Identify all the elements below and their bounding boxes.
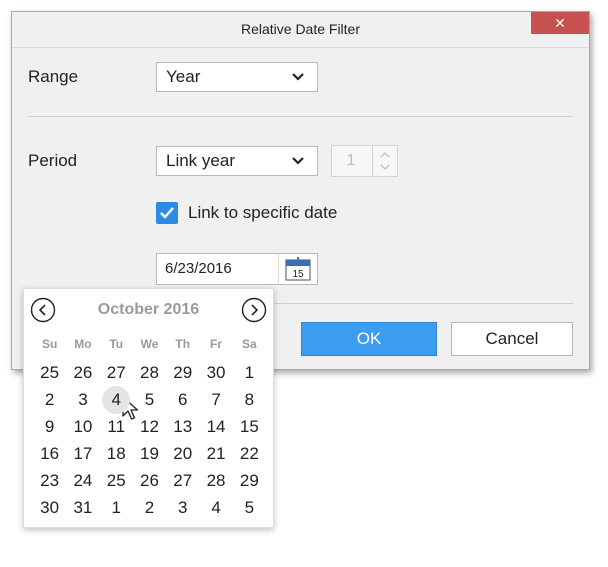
calendar-day[interactable]: 13: [166, 413, 199, 440]
chevron-down-icon: [292, 157, 304, 165]
stepper-arrows: [372, 146, 397, 176]
period-label: Period: [28, 151, 78, 170]
calendar-day[interactable]: 30: [199, 359, 232, 386]
date-value: 6/23/2016: [165, 260, 232, 277]
calendar-day[interactable]: 29: [233, 467, 266, 494]
calendar-day[interactable]: 4: [199, 494, 232, 521]
period-value: Link year: [166, 151, 235, 170]
weekday-label: Sa: [241, 337, 257, 351]
calendar-day[interactable]: 5: [233, 494, 266, 521]
calendar-day[interactable]: 25: [33, 359, 66, 386]
calendar-day[interactable]: 7: [199, 386, 232, 413]
checkmark-icon: [160, 207, 174, 219]
date-picker-popup: October 2016 Su Mo Tu We Th Fr Sa 25 26 …: [23, 288, 274, 528]
calendar-day[interactable]: 2: [133, 494, 166, 521]
calendar-week: 2 3 4 5 6 7 8: [33, 385, 266, 414]
calendar-day[interactable]: 22: [233, 440, 266, 467]
calendar-day[interactable]: 26: [133, 467, 166, 494]
calendar-day[interactable]: 3: [66, 386, 99, 413]
calendar-day[interactable]: 26: [66, 359, 99, 386]
weekday-label: Fr: [210, 337, 223, 351]
calendar-day[interactable]: 3: [166, 494, 199, 521]
weekday-label: We: [140, 337, 159, 351]
calendar-week: 30 31 1 2 3 4 5: [33, 494, 266, 521]
title-bar: Relative Date Filter ✕: [12, 12, 589, 48]
period-count-stepper[interactable]: 1: [331, 145, 398, 177]
calendar-header: October 2016: [24, 293, 273, 327]
link-specific-date-checkbox[interactable]: [156, 202, 178, 224]
calendar-day[interactable]: 19: [133, 440, 166, 467]
footer-divider: [274, 303, 573, 304]
date-field[interactable]: 6/23/2016 15: [156, 253, 318, 285]
calendar-week: 23 24 25 26 27 28 29: [33, 467, 266, 494]
calendar-day[interactable]: 25: [100, 467, 133, 494]
calendar-day[interactable]: 23: [33, 467, 66, 494]
calendar-day[interactable]: 31: [66, 494, 99, 521]
weekday-label: Th: [175, 337, 191, 351]
calendar-day[interactable]: 9: [33, 413, 66, 440]
calendar-week: 9 10 11 12 13 14 15: [33, 413, 266, 440]
period-dropdown[interactable]: Link year: [156, 146, 318, 176]
link-specific-date-label: Link to specific date: [188, 203, 338, 222]
calendar-week: 16 17 18 19 20 21 22: [33, 440, 266, 467]
calendar-week: 25 26 27 28 29 30 1: [33, 359, 266, 386]
chevron-down-icon[interactable]: [379, 163, 391, 171]
calendar-day[interactable]: 14: [199, 413, 232, 440]
calendar-day[interactable]: 29: [166, 359, 199, 386]
calendar-day[interactable]: 6: [166, 386, 199, 413]
calendar-day[interactable]: 1: [233, 359, 266, 386]
calendar-day[interactable]: 18: [100, 440, 133, 467]
calendar-day-hovered[interactable]: 4: [100, 385, 133, 414]
calendar-day[interactable]: 20: [166, 440, 199, 467]
calendar-day[interactable]: 1: [100, 494, 133, 521]
period-count-value: 1: [346, 152, 356, 169]
calendar-day[interactable]: 24: [66, 467, 99, 494]
weekday-label: Su: [41, 337, 58, 351]
cancel-button[interactable]: Cancel: [451, 322, 573, 356]
divider: [28, 116, 573, 117]
ok-button[interactable]: OK: [301, 322, 437, 356]
weekday-header: Su Mo Tu We Th Fr Sa: [33, 337, 266, 351]
dialog-title: Relative Date Filter: [240, 21, 361, 37]
next-month-button[interactable]: [241, 297, 267, 323]
close-icon: ✕: [554, 15, 566, 31]
calendar-day[interactable]: 28: [199, 467, 232, 494]
calendar-day[interactable]: 27: [166, 467, 199, 494]
calendar-button[interactable]: 15: [278, 254, 317, 284]
calendar-day[interactable]: 17: [66, 440, 99, 467]
month-title[interactable]: October 2016: [24, 293, 273, 327]
calendar-day[interactable]: 8: [233, 386, 266, 413]
range-label: Range: [28, 67, 79, 86]
calendar-day[interactable]: 27: [100, 359, 133, 386]
close-button[interactable]: ✕: [531, 12, 589, 34]
calendar-day[interactable]: 16: [33, 440, 66, 467]
range-dropdown[interactable]: Year: [156, 62, 318, 92]
stage: Relative Date Filter ✕ Range Year Period…: [0, 0, 608, 567]
calendar-day[interactable]: 15: [233, 413, 266, 440]
range-value: Year: [166, 67, 201, 86]
chevron-down-icon: [292, 73, 304, 81]
calendar-day[interactable]: 21: [199, 440, 232, 467]
weekday-label: Tu: [109, 337, 124, 351]
calendar-icon: 15: [285, 257, 311, 281]
calendar-icon-day: 15: [292, 269, 304, 280]
weekday-label: Mo: [74, 337, 92, 351]
calendar-day[interactable]: 28: [133, 359, 166, 386]
chevron-up-icon[interactable]: [379, 151, 391, 159]
calendar-day[interactable]: 10: [66, 413, 99, 440]
calendar-day[interactable]: 30: [33, 494, 66, 521]
calendar-day[interactable]: 2: [33, 386, 66, 413]
